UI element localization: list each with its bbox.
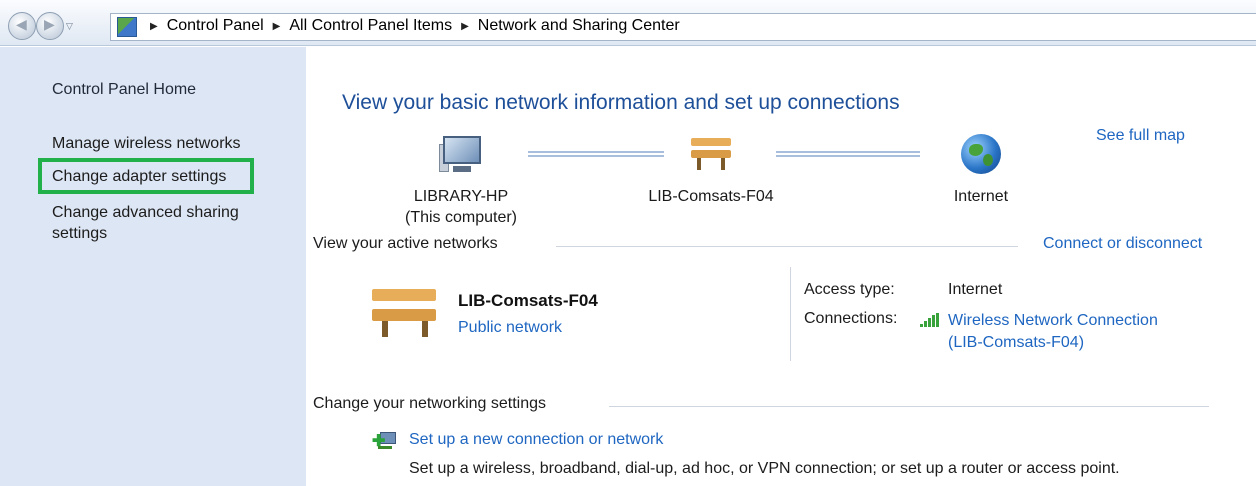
wireless-signal-icon [918, 313, 940, 327]
setup-new-connection-link[interactable]: Set up a new connection or network [409, 431, 663, 449]
network-name-label: LIB-Comsats-F04 [648, 188, 774, 205]
forward-arrow-icon: ▶ [44, 17, 55, 33]
active-networks-heading: View your active networks [313, 235, 498, 252]
computer-sub: (This computer) [404, 209, 518, 226]
map-node-computer: LIBRARY-HP (This computer) [386, 134, 536, 228]
breadcrumb-arrow-icon[interactable]: ▶ [461, 21, 469, 32]
change-adapter-settings-link[interactable]: Change adapter settings [52, 166, 226, 187]
public-network-bench-icon [689, 134, 733, 176]
connection-ssid[interactable]: (LIB-Comsats-F04) [948, 332, 1158, 354]
map-connector-line [776, 151, 920, 157]
network-category-link[interactable]: Public network [458, 319, 562, 337]
breadcrumb-all-items[interactable]: All Control Panel Items [289, 17, 452, 35]
active-network-name: LIB-Comsats-F04 [458, 291, 598, 310]
divider [609, 406, 1209, 407]
connect-or-disconnect-link[interactable]: Connect or disconnect [1043, 235, 1202, 253]
map-node-network[interactable]: LIB-Comsats-F04 [626, 134, 796, 207]
manage-wireless-networks-link[interactable]: Manage wireless networks [52, 133, 241, 154]
access-type-label: Access type: [804, 281, 895, 298]
wireless-connection-link[interactable]: Wireless Network Connection (LIB-Comsats… [948, 310, 1158, 354]
computer-icon [439, 134, 483, 176]
change-advanced-sharing-settings-link[interactable]: Change advanced sharing settings [52, 202, 282, 244]
computer-name: LIBRARY-HP [413, 188, 509, 205]
left-pane: Control Panel Home Manage wireless netwo… [0, 47, 306, 486]
breadcrumb-arrow-icon[interactable]: ▶ [150, 21, 158, 32]
setup-description: Set up a wireless, broadband, dial-up, a… [409, 460, 1120, 477]
control-panel-icon [117, 17, 137, 37]
map-node-internet[interactable]: Internet [926, 134, 1036, 207]
new-connection-icon: ✚ [372, 430, 396, 454]
back-button[interactable]: ◀ [8, 12, 36, 40]
back-arrow-icon: ◀ [16, 17, 27, 33]
connection-name[interactable]: Wireless Network Connection [948, 310, 1158, 332]
divider [790, 267, 791, 361]
connections-label: Connections: [804, 310, 898, 327]
access-type-value: Internet [948, 281, 1003, 298]
breadcrumb: ▶ Control Panel ▶ All Control Panel Item… [141, 17, 680, 35]
see-full-map-link[interactable]: See full map [1096, 127, 1185, 145]
forward-button[interactable]: ▶ [36, 12, 64, 40]
page-title: View your basic network information and … [342, 91, 900, 114]
change-settings-heading: Change your networking settings [313, 395, 547, 412]
breadcrumb-arrow-icon[interactable]: ▶ [273, 21, 281, 32]
divider [556, 246, 1018, 247]
address-bar: ◀ ▶ ▽ ▶ Control Panel ▶ All Control Pane… [0, 0, 1256, 46]
globe-icon [959, 134, 1003, 176]
breadcrumb-control-panel[interactable]: Control Panel [167, 17, 264, 35]
internet-label: Internet [953, 188, 1009, 205]
main-content: View your basic network information and … [306, 47, 1256, 486]
address-field[interactable]: ▶ Control Panel ▶ All Control Panel Item… [110, 13, 1256, 41]
recent-pages-dropdown-icon[interactable]: ▽ [66, 22, 73, 32]
control-panel-home-link[interactable]: Control Panel Home [52, 79, 196, 100]
breadcrumb-network-sharing-center[interactable]: Network and Sharing Center [478, 17, 680, 35]
public-network-bench-icon [372, 285, 440, 339]
